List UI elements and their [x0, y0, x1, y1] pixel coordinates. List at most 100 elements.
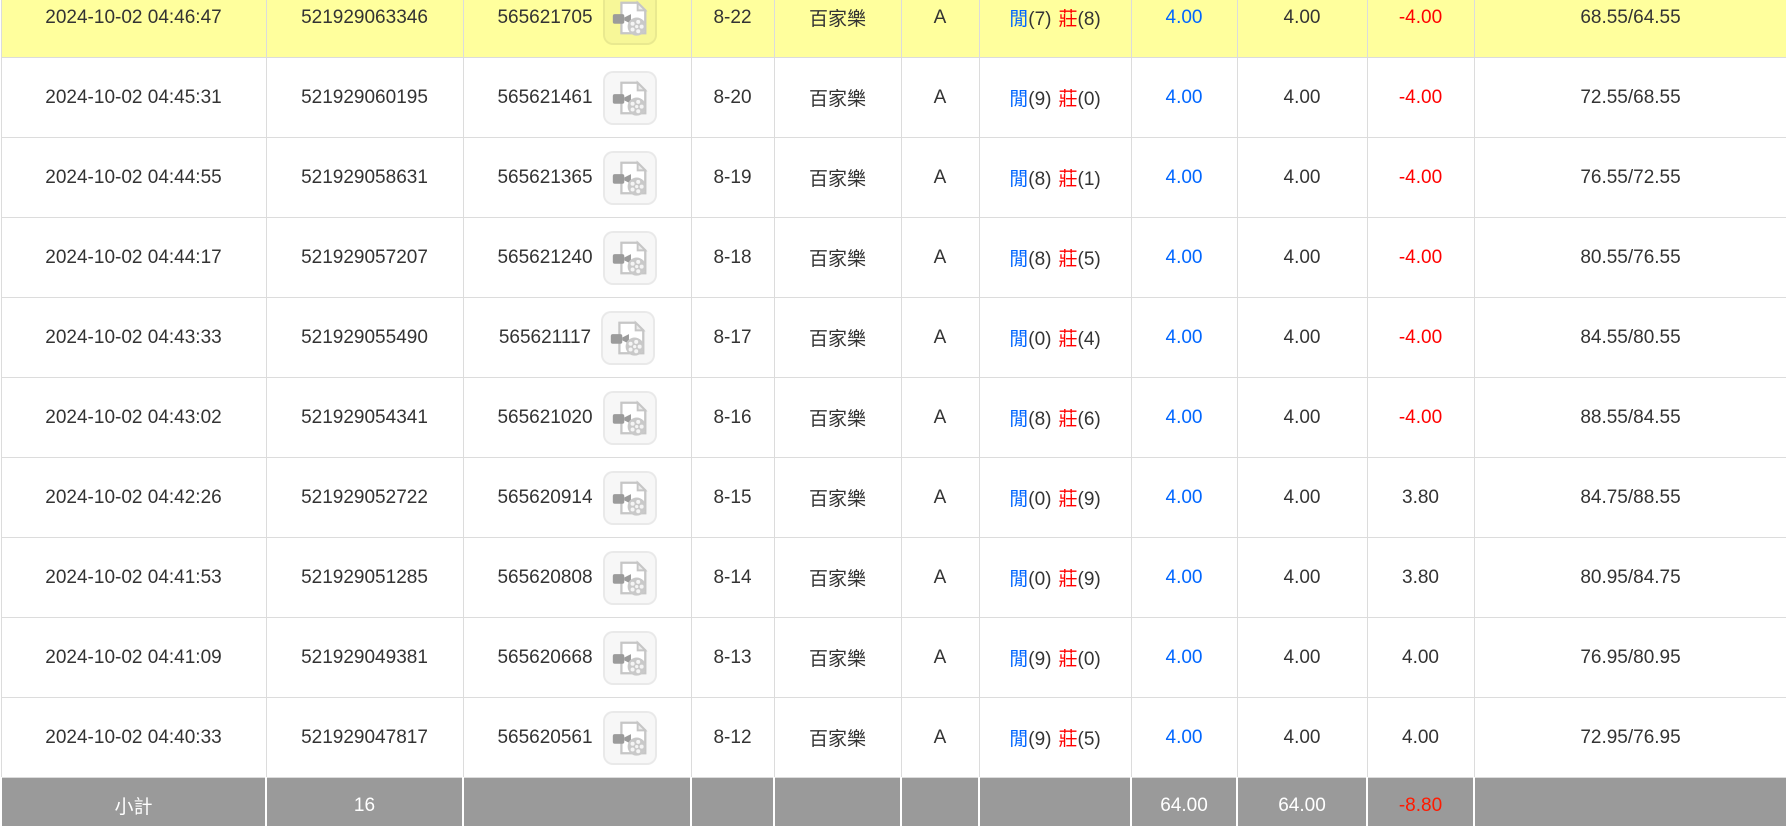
- cell-bet-id: 521929051285: [266, 538, 463, 618]
- round-id-with-replay: 565621461: [464, 71, 691, 125]
- bet-records-table-container: 2024-10-02 04:46:47 521929063346 5656217…: [0, 0, 1786, 826]
- cell-bet-time: 2024-10-02 04:45:31: [1, 58, 266, 138]
- player-label: 閒: [1009, 249, 1028, 270]
- cell-win-loss: -4.00: [1367, 58, 1474, 138]
- video-replay-button[interactable]: [603, 0, 657, 45]
- cell-round-number: 8-16: [691, 378, 774, 458]
- round-id-number: 565621365: [497, 167, 592, 189]
- subtotal-valid-total: 64.00: [1237, 778, 1367, 826]
- cell-bet-time: 2024-10-02 04:42:26: [1, 458, 266, 538]
- cell-table-code: A: [901, 298, 979, 378]
- video-replay-button[interactable]: [603, 231, 657, 285]
- video-replay-button[interactable]: [603, 151, 657, 205]
- video-replay-button[interactable]: [603, 551, 657, 605]
- player-label: 閒: [1009, 729, 1028, 750]
- cell-balance: 84.75/88.55: [1474, 458, 1786, 538]
- player-label: 閒: [1009, 569, 1028, 590]
- banker-score: (0): [1078, 649, 1101, 670]
- cell-round-number: 8-19: [691, 138, 774, 218]
- round-id-with-replay: 565620668: [464, 631, 691, 685]
- cell-game-result: 閒(0) 莊(9): [979, 458, 1131, 538]
- cell-balance: 76.95/80.95: [1474, 618, 1786, 698]
- cell-bet-time: 2024-10-02 04:44:55: [1, 138, 266, 218]
- round-id-number: 565621117: [499, 327, 591, 349]
- cell-table-code: A: [901, 0, 979, 58]
- cell-bet-id: 521929063346: [266, 0, 463, 58]
- video-replay-file-icon: [609, 397, 651, 439]
- table-row: 2024-10-02 04:42:26 521929052722 5656209…: [1, 458, 1786, 538]
- player-score: (8): [1028, 409, 1051, 430]
- subtotal-empty-game: [774, 778, 901, 826]
- cell-game-result: 閒(8)莊(6): [979, 378, 1131, 458]
- cell-game-result: 閒(9)莊(5): [979, 698, 1131, 778]
- player-label: 閒: [1009, 649, 1028, 670]
- banker-result: 莊(4): [1059, 329, 1101, 350]
- video-replay-button[interactable]: [603, 711, 657, 765]
- banker-result: 莊(5): [1059, 729, 1101, 750]
- cell-round-id: 565620914: [463, 458, 691, 538]
- video-replay-button[interactable]: [603, 471, 657, 525]
- cell-bet-amount: 4.00: [1131, 618, 1237, 698]
- cell-game-name: 百家樂: [774, 538, 901, 618]
- cell-table-code: A: [901, 378, 979, 458]
- video-replay-file-icon: [609, 717, 651, 759]
- cell-bet-id: 521929060195: [266, 58, 463, 138]
- subtotal-empty-result: [979, 778, 1131, 826]
- player-score: (8): [1028, 249, 1051, 270]
- cell-bet-amount: 4.00: [1131, 218, 1237, 298]
- cell-table-code: A: [901, 698, 979, 778]
- cell-valid-bet-amount: 4.00: [1237, 618, 1367, 698]
- round-id-with-replay: 565620808: [464, 551, 691, 605]
- table-row: 2024-10-02 04:40:33 521929047817 5656205…: [1, 698, 1786, 778]
- banker-score: (0): [1078, 89, 1101, 110]
- player-result: 閒(7): [1009, 9, 1051, 30]
- player-score: (9): [1028, 649, 1051, 670]
- cell-win-loss: 4.00: [1367, 698, 1474, 778]
- video-replay-button[interactable]: [603, 631, 657, 685]
- video-replay-button[interactable]: [603, 71, 657, 125]
- player-result: 閒(0): [1009, 489, 1051, 510]
- video-replay-button[interactable]: [603, 391, 657, 445]
- banker-score: (5): [1078, 249, 1101, 270]
- cell-valid-bet-amount: 4.00: [1237, 138, 1367, 218]
- cell-win-loss: -4.00: [1367, 378, 1474, 458]
- table-row: 2024-10-02 04:44:17 521929057207 5656212…: [1, 218, 1786, 298]
- cell-game-name: 百家樂: [774, 58, 901, 138]
- cell-balance: 80.55/76.55: [1474, 218, 1786, 298]
- cell-round-id: 565621020: [463, 378, 691, 458]
- banker-result: 莊(9): [1059, 569, 1101, 590]
- cell-round-number: 8-14: [691, 538, 774, 618]
- video-replay-file-icon: [607, 317, 649, 359]
- player-score: (0): [1028, 489, 1051, 510]
- subtotal-empty-round-id: [463, 778, 691, 826]
- round-id-number: 565621240: [497, 247, 592, 269]
- round-id-with-replay: 565620914: [464, 471, 691, 525]
- banker-score: (9): [1078, 489, 1101, 510]
- banker-result: 莊(8): [1059, 9, 1101, 30]
- cell-win-loss: -4.00: [1367, 218, 1474, 298]
- subtotal-empty-balance: [1474, 778, 1786, 826]
- player-score: (8): [1028, 169, 1051, 190]
- table-row: 2024-10-02 04:45:31 521929060195 5656214…: [1, 58, 1786, 138]
- subtotal-bet-total: 64.00: [1131, 778, 1237, 826]
- player-label: 閒: [1009, 9, 1028, 30]
- video-replay-button[interactable]: [601, 311, 655, 365]
- player-result: 閒(8): [1009, 249, 1051, 270]
- cell-bet-amount: 4.00: [1131, 298, 1237, 378]
- bet-records-table: 2024-10-02 04:46:47 521929063346 5656217…: [0, 0, 1786, 826]
- cell-game-result: 閒(9)莊(0): [979, 618, 1131, 698]
- round-id-number: 565620808: [497, 567, 592, 589]
- cell-win-loss: -4.00: [1367, 0, 1474, 58]
- table-row: 2024-10-02 04:41:09 521929049381 5656206…: [1, 618, 1786, 698]
- cell-round-id: 565621240: [463, 218, 691, 298]
- round-id-number: 565620561: [497, 727, 592, 749]
- player-label: 閒: [1009, 409, 1028, 430]
- player-score: (0): [1028, 569, 1051, 590]
- cell-valid-bet-amount: 4.00: [1237, 218, 1367, 298]
- cell-round-id: 565620808: [463, 538, 691, 618]
- player-score: (0): [1028, 329, 1051, 350]
- cell-bet-amount: 4.00: [1131, 458, 1237, 538]
- cell-balance: 72.95/76.95: [1474, 698, 1786, 778]
- cell-round-id: 565621117: [463, 298, 691, 378]
- banker-result: 莊(9): [1059, 489, 1101, 510]
